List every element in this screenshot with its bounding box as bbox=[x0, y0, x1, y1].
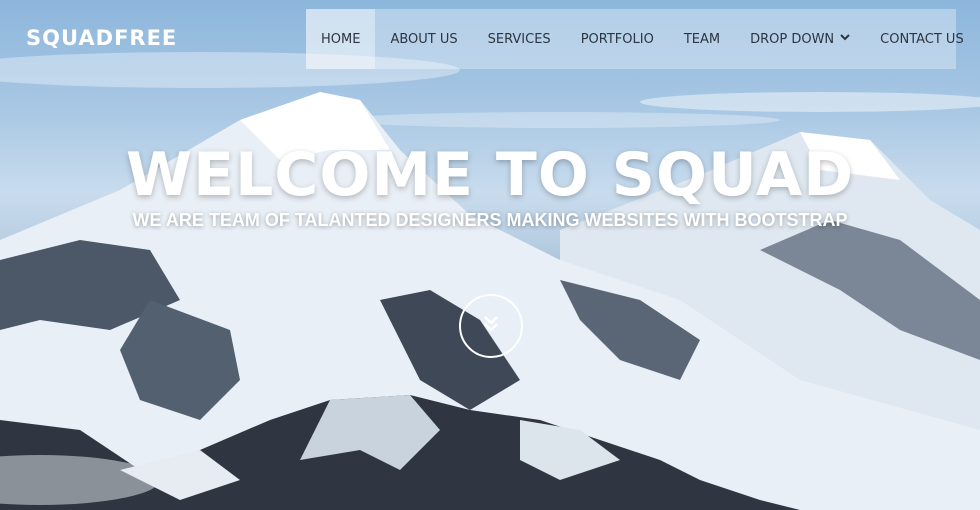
hero-section: SQUADFREE HOME ABOUT US SERVICES PORTFOL… bbox=[0, 0, 980, 510]
nav-item-label: CONTACT US bbox=[880, 31, 964, 47]
nav-item-about-us[interactable]: ABOUT US bbox=[375, 9, 472, 69]
nav-item-services[interactable]: SERVICES bbox=[473, 9, 566, 69]
nav-item-contact-us[interactable]: CONTACT US bbox=[865, 9, 979, 69]
nav-item-label: PORTFOLIO bbox=[580, 31, 654, 47]
hero-subtitle: WE ARE TEAM OF TALANTED DESIGNERS MAKING… bbox=[132, 210, 848, 230]
nav-item-portfolio[interactable]: PORTFOLIO bbox=[566, 9, 669, 69]
nav-item-drop-down[interactable]: DROP DOWN bbox=[735, 9, 865, 69]
nav-item-label: DROP DOWN bbox=[750, 31, 835, 47]
site-logo[interactable]: SQUADFREE bbox=[26, 26, 177, 50]
main-navigation: HOME ABOUT US SERVICES PORTFOLIO TEAM DR… bbox=[306, 9, 964, 69]
chevrons-down-icon bbox=[481, 314, 501, 339]
nav-item-label: HOME bbox=[321, 31, 361, 47]
nav-item-label: ABOUT US bbox=[390, 31, 458, 47]
mountain-background-image bbox=[0, 52, 980, 510]
nav-item-label: TEAM bbox=[683, 31, 721, 47]
scroll-down-button[interactable] bbox=[459, 294, 523, 358]
nav-item-label: SERVICES bbox=[487, 31, 551, 47]
nav-item-home[interactable]: HOME bbox=[306, 9, 376, 69]
chevron-down-icon bbox=[840, 33, 850, 44]
hero-title: WELCOME TO SQUAD bbox=[125, 140, 855, 210]
nav-item-team[interactable]: TEAM bbox=[669, 9, 735, 69]
